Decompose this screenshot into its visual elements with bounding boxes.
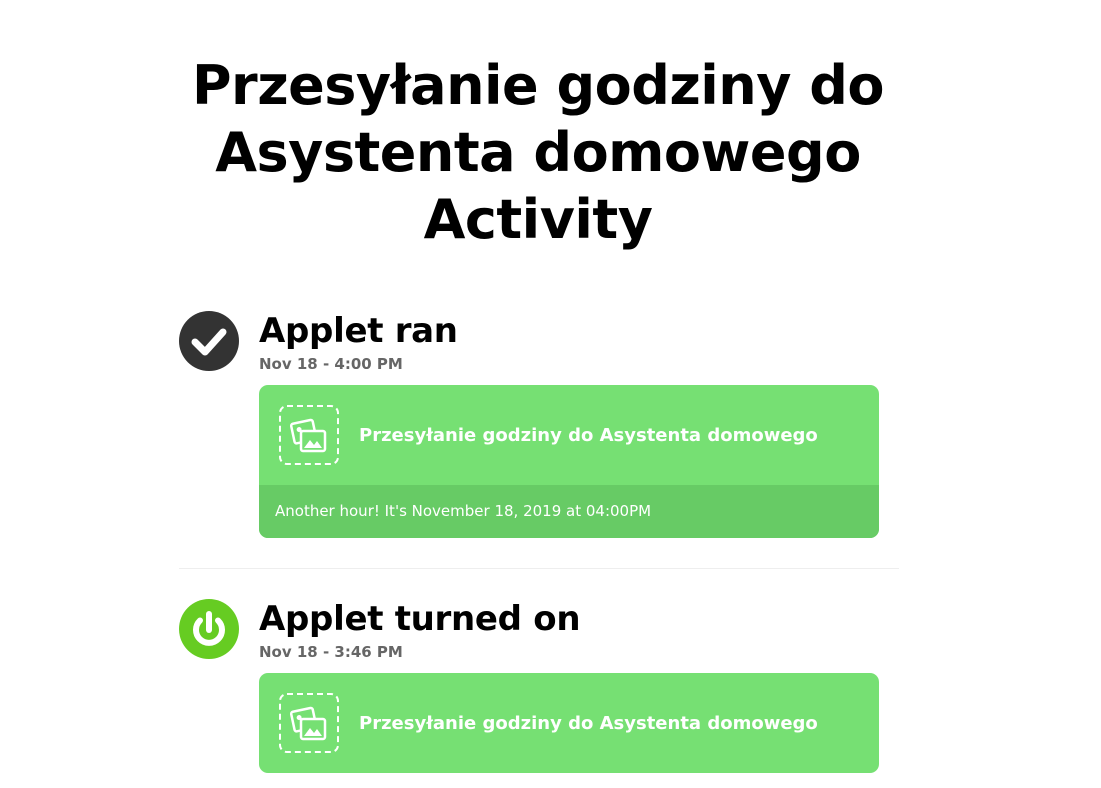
activity-page: Przesyłanie godziny do Asystenta domoweg… bbox=[0, 0, 1101, 788]
event-title: Applet ran bbox=[259, 311, 458, 351]
applet-card[interactable]: Przesyłanie godziny do Asystenta domoweg… bbox=[259, 385, 879, 538]
applet-name: Przesyłanie godziny do Asystenta domoweg… bbox=[359, 425, 818, 446]
check-circle-icon bbox=[179, 311, 239, 371]
applet-card-header: Przesyłanie godziny do Asystenta domoweg… bbox=[259, 385, 879, 485]
applet-run-message: Another hour! It's November 18, 2019 at … bbox=[275, 502, 652, 520]
event-timestamp: Nov 18 - 3:46 PM bbox=[259, 643, 403, 661]
applet-card-header: Przesyłanie godziny do Asystenta domoweg… bbox=[259, 673, 879, 773]
applet-name: Przesyłanie godziny do Asystenta domoweg… bbox=[359, 713, 818, 734]
event-title: Applet turned on bbox=[259, 599, 581, 639]
applet-card-footer: Another hour! It's November 18, 2019 at … bbox=[259, 485, 879, 538]
page-title: Przesyłanie godziny do Asystenta domoweg… bbox=[191, 54, 885, 251]
applet-card[interactable]: Przesyłanie godziny do Asystenta domoweg… bbox=[259, 673, 879, 773]
event-divider bbox=[179, 568, 899, 569]
image-placeholder-icon bbox=[279, 405, 339, 465]
image-placeholder-icon bbox=[279, 693, 339, 753]
event-timestamp: Nov 18 - 4:00 PM bbox=[259, 355, 403, 373]
power-icon bbox=[179, 599, 239, 659]
